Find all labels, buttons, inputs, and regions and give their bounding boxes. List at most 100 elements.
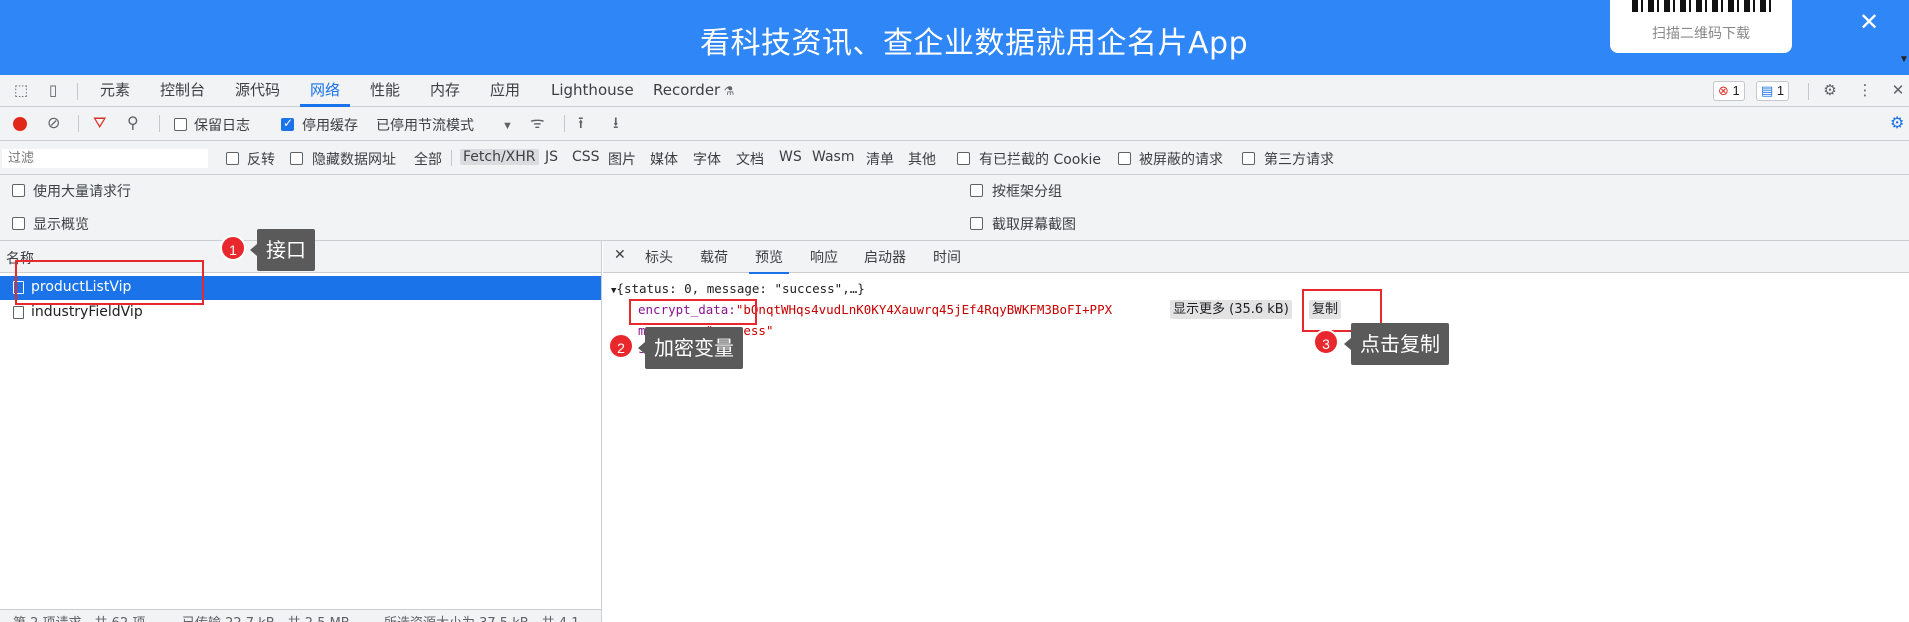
divider xyxy=(77,83,78,100)
filter-type-other[interactable]: 其他 xyxy=(908,149,936,169)
show-overview-label: 显示概览 xyxy=(33,217,89,233)
devtools-tabbar: ⬚ ▯ 元素 控制台 源代码 网络 性能 内存 应用 Lighthouse Re… xyxy=(0,75,1909,107)
filter-type-img[interactable]: 图片 xyxy=(608,149,636,169)
transferred-size: 已传输 22.7 kB，共 2.5 MB xyxy=(182,612,350,622)
divider xyxy=(451,150,452,166)
message-badge[interactable]: ▤ 1 xyxy=(1756,81,1790,101)
tab-sources[interactable]: 源代码 xyxy=(235,75,280,106)
large-rows-label: 使用大量请求行 xyxy=(33,184,131,200)
clear-icon[interactable]: ⊘ xyxy=(47,114,60,134)
import-icon[interactable]: ⭱ xyxy=(578,114,584,134)
annotation-box-interface xyxy=(15,260,204,305)
device-toolbar-icon[interactable]: ▯ xyxy=(44,82,62,100)
preserve-log-label: 保留日志 xyxy=(194,118,250,134)
annotation-number: 3 xyxy=(1313,329,1339,355)
tab-initiator[interactable]: 启动器 xyxy=(864,247,906,267)
blocked-cookies-checkbox[interactable] xyxy=(957,152,970,165)
tab-headers[interactable]: 标头 xyxy=(645,247,673,267)
divider xyxy=(1808,83,1809,100)
close-icon[interactable]: ✕ xyxy=(1859,8,1879,37)
qr-code-image xyxy=(1632,0,1772,12)
chevron-down-icon[interactable]: ▼ xyxy=(1899,54,1909,65)
error-icon: ⊗ xyxy=(1718,83,1729,98)
filter-type-css[interactable]: CSS xyxy=(572,149,600,165)
annotation-label: 点击复制 xyxy=(1344,323,1449,365)
tab-lighthouse[interactable]: Lighthouse xyxy=(551,75,634,106)
inspect-element-icon[interactable]: ⬚ xyxy=(12,82,30,100)
annotation-number: 1 xyxy=(220,235,246,261)
tab-performance[interactable]: 性能 xyxy=(370,75,400,106)
capture-screenshots-checkbox[interactable] xyxy=(970,217,983,230)
divider xyxy=(78,115,79,132)
scrollbar[interactable]: ▼ xyxy=(1898,0,1909,75)
third-party-label: 第三方请求 xyxy=(1264,152,1334,168)
invert-label: 反转 xyxy=(247,152,275,168)
json-summary: {status: 0, message: "success",…} xyxy=(616,281,865,296)
filter-type-wasm[interactable]: Wasm xyxy=(812,149,854,165)
group-by-frame-label: 按框架分组 xyxy=(992,184,1062,200)
blocked-requests-checkbox[interactable] xyxy=(1118,152,1131,165)
chevron-down-icon[interactable]: ▼ xyxy=(502,116,513,136)
blocked-cookies-label: 有已拦截的 Cookie xyxy=(979,152,1101,168)
banner-title: 看科技资讯、查企业数据就用企名片App xyxy=(700,26,1249,61)
filter-type-ws[interactable]: WS xyxy=(779,149,802,165)
export-icon[interactable]: ⭳ xyxy=(613,114,619,134)
file-icon xyxy=(13,306,24,319)
preserve-log-checkbox[interactable] xyxy=(174,118,187,131)
tab-console[interactable]: 控制台 xyxy=(160,75,205,106)
third-party-checkbox[interactable] xyxy=(1242,152,1255,165)
search-icon[interactable]: ⚲ xyxy=(127,114,139,134)
tab-preview[interactable]: 预览 xyxy=(749,247,789,274)
filter-icon[interactable]: ⛛ xyxy=(93,114,106,134)
filter-type-manifest[interactable]: 清单 xyxy=(866,149,894,169)
hide-data-urls-label: 隐藏数据网址 xyxy=(312,152,396,168)
filter-type-doc[interactable]: 文档 xyxy=(736,149,764,169)
error-badge[interactable]: ⊗ 1 xyxy=(1713,81,1745,101)
filter-type-all[interactable]: 全部 xyxy=(414,149,442,169)
detail-tabbar: ✕ 标头 载荷 预览 响应 启动器 时间 xyxy=(603,241,1909,274)
invert-checkbox[interactable] xyxy=(226,152,239,165)
tab-elements[interactable]: 元素 xyxy=(100,75,130,106)
message-icon: ▤ xyxy=(1761,83,1774,98)
status-bar: 第 2 项请求，共 62 项 已传输 22.7 kB，共 2.5 MB 所选资源… xyxy=(0,609,601,622)
annotation-label: 加密变量 xyxy=(638,327,743,369)
disable-cache-checkbox[interactable] xyxy=(281,116,294,131)
tab-response[interactable]: 响应 xyxy=(810,247,838,267)
network-toolbar: ⊘ ⛛ ⚲ 保留日志 停用缓存 已停用节流模式 ▼ ᯤ ⭱ ⭳ ⚙ xyxy=(0,107,1909,141)
filter-type-media[interactable]: 媒体 xyxy=(650,149,678,169)
annotation-number: 2 xyxy=(608,333,634,359)
request-name: industryFieldVip xyxy=(31,304,143,320)
annotation-label: 接口 xyxy=(250,229,315,271)
annotation-box-encrypt xyxy=(629,299,757,325)
network-settings-gear-icon[interactable]: ⚙ xyxy=(1890,114,1904,134)
show-overview-checkbox[interactable] xyxy=(12,217,25,230)
network-conditions-icon[interactable]: ᯤ xyxy=(530,114,545,134)
tab-recorder[interactable]: Recorder xyxy=(653,75,720,106)
more-options-icon[interactable]: ⋮ xyxy=(1856,82,1874,100)
tab-network[interactable]: 网络 xyxy=(299,75,351,107)
throttle-select[interactable]: 已停用节流模式 xyxy=(376,115,474,135)
tab-application[interactable]: 应用 xyxy=(490,75,520,106)
record-icon[interactable] xyxy=(13,117,27,131)
qr-card: 扫描二维码下载 xyxy=(1610,0,1792,53)
request-detail-panel: ✕ 标头 载荷 预览 响应 启动器 时间 ▼{status: 0, messag… xyxy=(603,241,1909,622)
filter-type-js[interactable]: JS xyxy=(545,149,558,165)
hide-data-urls-checkbox[interactable] xyxy=(290,152,303,165)
tab-timing[interactable]: 时间 xyxy=(933,247,961,267)
divider xyxy=(564,115,565,132)
close-icon[interactable]: ✕ xyxy=(614,247,626,263)
large-rows-checkbox[interactable] xyxy=(12,184,25,197)
tab-memory[interactable]: 内存 xyxy=(430,75,460,106)
close-devtools-icon[interactable]: ✕ xyxy=(1889,82,1907,100)
filter-type-fetch-xhr[interactable]: Fetch/XHR xyxy=(460,149,539,165)
flask-icon: ⚗ xyxy=(723,84,735,98)
json-summary-line[interactable]: ▼{status: 0, message: "success",…} xyxy=(611,281,865,296)
filter-type-font[interactable]: 字体 xyxy=(693,149,721,169)
tab-payload[interactable]: 载荷 xyxy=(700,247,728,267)
capture-screenshots-label: 截取屏幕截图 xyxy=(992,217,1076,233)
message-count: 1 xyxy=(1776,83,1785,98)
filter-input[interactable] xyxy=(2,149,208,168)
gear-icon[interactable]: ⚙ xyxy=(1821,82,1839,100)
show-more-button[interactable]: 显示更多 (35.6 kB) xyxy=(1170,300,1292,319)
group-by-frame-checkbox[interactable] xyxy=(970,184,983,197)
